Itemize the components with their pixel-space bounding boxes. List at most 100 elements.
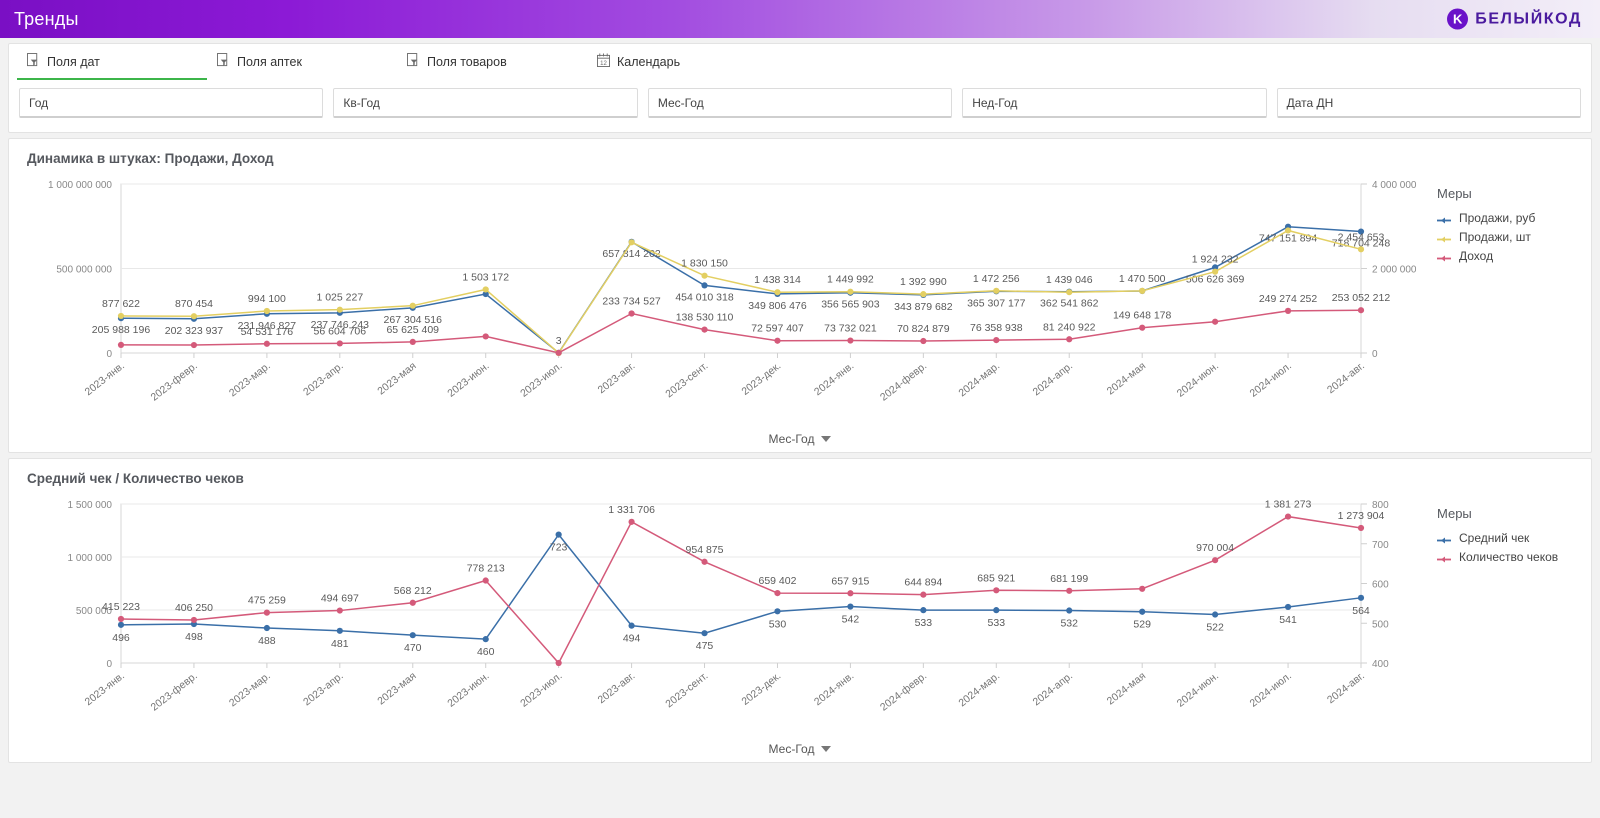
data-point[interactable] xyxy=(847,288,854,295)
filter-tab-1[interactable]: Поля аптек xyxy=(207,46,397,80)
data-point[interactable] xyxy=(263,624,270,632)
data-point[interactable] xyxy=(190,313,198,320)
data-point[interactable] xyxy=(920,607,927,614)
x-axis-tick: 2023-мар. xyxy=(227,670,273,709)
data-point[interactable] xyxy=(263,340,270,347)
data-point[interactable] xyxy=(336,627,343,634)
data-point[interactable] xyxy=(117,621,125,628)
data-point[interactable] xyxy=(1357,524,1365,532)
filter-field-2[interactable]: Мес-Год xyxy=(647,88,953,118)
data-point[interactable] xyxy=(1212,557,1219,564)
legend-item-2[interactable]: Доход xyxy=(1437,249,1579,263)
data-point[interactable] xyxy=(263,609,270,616)
data-point[interactable] xyxy=(482,577,489,584)
axis-selector-mes-god[interactable]: Мес-Год xyxy=(21,432,1579,446)
data-point[interactable] xyxy=(117,312,125,320)
data-point[interactable] xyxy=(409,632,416,639)
legend-swatch-icon xyxy=(1437,233,1451,242)
data-point[interactable] xyxy=(482,286,489,293)
legend-item-0[interactable]: Продажи, руб xyxy=(1437,211,1579,225)
filter-tab-label: Календарь xyxy=(617,55,681,69)
filter-field-3[interactable]: Нед-Год xyxy=(962,88,1267,118)
data-point[interactable] xyxy=(555,531,562,538)
data-point[interactable] xyxy=(1139,608,1146,615)
page-title: Тренды xyxy=(14,8,79,29)
data-point[interactable] xyxy=(774,289,781,296)
data-point[interactable] xyxy=(1066,336,1073,343)
data-label: 657 915 xyxy=(831,575,869,587)
filter-tab-3[interactable]: 12 Календарь xyxy=(587,46,777,80)
data-point[interactable] xyxy=(774,337,781,344)
data-point[interactable] xyxy=(1212,611,1219,618)
data-point[interactable] xyxy=(1357,307,1365,314)
data-point[interactable] xyxy=(117,341,125,348)
data-point[interactable] xyxy=(993,587,1000,594)
data-point[interactable] xyxy=(847,337,854,344)
filter-field-4[interactable]: Дата ДН xyxy=(1276,88,1582,118)
data-point[interactable] xyxy=(920,591,927,598)
data-point[interactable] xyxy=(993,607,1000,614)
data-point[interactable] xyxy=(1284,307,1292,314)
data-point[interactable] xyxy=(1284,227,1292,234)
data-point[interactable] xyxy=(482,333,489,340)
legend-item-1[interactable]: Продажи, шт xyxy=(1437,230,1579,244)
data-point[interactable] xyxy=(1284,603,1292,611)
data-point[interactable] xyxy=(920,291,927,298)
x-axis-tick: 2024-янв. xyxy=(812,360,856,398)
data-point[interactable] xyxy=(1357,246,1365,253)
data-point[interactable] xyxy=(1139,324,1146,331)
data-point[interactable] xyxy=(1066,607,1073,614)
data-point[interactable] xyxy=(701,326,708,333)
data-point[interactable] xyxy=(409,302,416,309)
data-label: 533 xyxy=(988,617,1006,629)
data-point[interactable] xyxy=(482,636,489,643)
data-label: 233 734 527 xyxy=(602,295,661,307)
filter-tab-2[interactable]: Поля товаров xyxy=(397,46,587,80)
legend-item-1[interactable]: Количество чеков xyxy=(1437,550,1579,564)
data-point[interactable] xyxy=(1212,268,1219,275)
data-point[interactable] xyxy=(774,590,781,597)
axis-selector-mes-god[interactable]: Мес-Год xyxy=(21,742,1579,756)
data-point[interactable] xyxy=(628,518,635,525)
data-label: 496 xyxy=(112,632,130,644)
data-point[interactable] xyxy=(190,341,198,349)
data-point[interactable] xyxy=(701,282,708,289)
data-point[interactable] xyxy=(701,558,708,565)
x-axis-tick: 2023-июн. xyxy=(445,360,491,400)
data-point[interactable] xyxy=(628,239,635,246)
data-point[interactable] xyxy=(336,607,343,614)
data-point[interactable] xyxy=(1212,318,1219,325)
data-point[interactable] xyxy=(701,272,708,279)
data-point[interactable] xyxy=(1284,513,1292,520)
data-point[interactable] xyxy=(920,337,927,345)
data-point[interactable] xyxy=(117,615,125,623)
data-point[interactable] xyxy=(263,307,270,315)
data-point[interactable] xyxy=(1066,289,1073,296)
data-point[interactable] xyxy=(993,336,1000,344)
x-axis-tick: 2023-мая xyxy=(375,360,418,398)
data-point[interactable] xyxy=(628,622,635,629)
data-point[interactable] xyxy=(409,599,416,606)
data-point[interactable] xyxy=(628,310,635,317)
data-point[interactable] xyxy=(1357,594,1365,601)
filter-field-1[interactable]: Кв-Год xyxy=(333,88,638,118)
data-point[interactable] xyxy=(1139,585,1146,592)
data-point[interactable] xyxy=(774,608,781,615)
data-point[interactable] xyxy=(190,616,198,624)
filter-tab-0[interactable]: Поля дат xyxy=(17,46,207,80)
data-point[interactable] xyxy=(555,349,562,356)
data-point[interactable] xyxy=(993,287,1000,294)
data-label: 470 xyxy=(404,642,422,654)
data-point[interactable] xyxy=(336,340,343,347)
data-point[interactable] xyxy=(336,306,343,313)
data-point[interactable] xyxy=(555,659,562,667)
data-point[interactable] xyxy=(409,338,416,346)
data-point[interactable] xyxy=(847,590,854,597)
data-point[interactable] xyxy=(1066,587,1073,594)
data-point[interactable] xyxy=(701,630,708,637)
legend-item-0[interactable]: Средний чек xyxy=(1437,531,1579,545)
x-axis-tick: 2023-июл. xyxy=(518,670,564,710)
filter-field-0[interactable]: Год xyxy=(19,88,324,118)
data-point[interactable] xyxy=(847,603,854,610)
data-point[interactable] xyxy=(1139,287,1146,294)
